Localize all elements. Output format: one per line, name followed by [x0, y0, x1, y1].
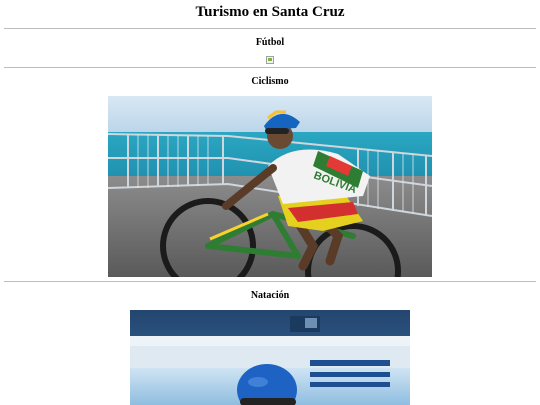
page-title: Turismo en Santa Cruz: [195, 4, 345, 20]
divider: [4, 67, 536, 68]
section-heading-ciclismo: Ciclismo: [251, 76, 289, 87]
divider: [4, 28, 536, 29]
section-heading-futbol: Fútbol: [255, 37, 285, 48]
cyclist-photo: BOLIVIA: [108, 96, 432, 277]
swimmer-photo: [130, 310, 410, 405]
section-heading-natacion: Natación: [250, 290, 290, 301]
divider: [4, 281, 536, 282]
broken-image-icon: [266, 56, 274, 64]
